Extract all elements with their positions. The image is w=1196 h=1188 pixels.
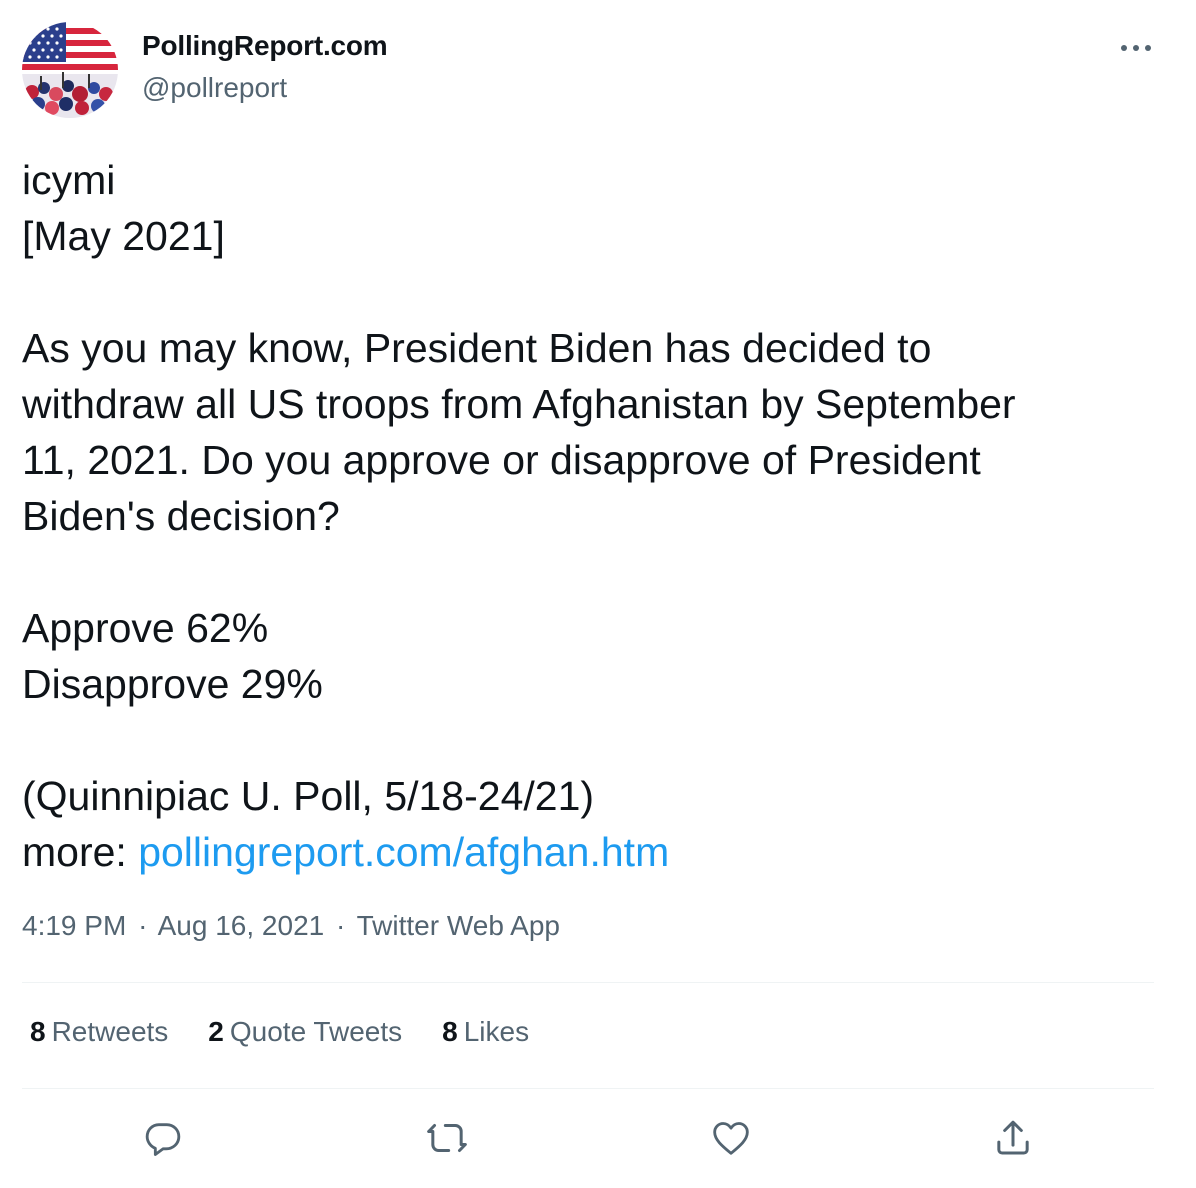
separator: · (336, 910, 346, 941)
retweets-count: 8 (30, 1016, 46, 1047)
flag-avatar-image (22, 22, 118, 118)
tweet-date[interactable]: Aug 16, 2021 (158, 910, 325, 941)
tweet-metadata: 4:19 PM · Aug 16, 2021 · Twitter Web App (22, 910, 560, 942)
poll-result-approve: Approve 62% (22, 605, 269, 651)
quote-tweets-label: Quote Tweets (229, 1016, 403, 1047)
separator: · (138, 910, 148, 941)
retweet-button[interactable] (421, 1112, 473, 1164)
quote-tweets-stat[interactable]: 2 Quote Tweets (208, 1016, 402, 1048)
more-options-button[interactable] (1116, 32, 1156, 64)
tweet-line: As you may know, President Biden has dec… (22, 325, 932, 371)
tweet-time[interactable]: 4:19 PM (22, 910, 126, 941)
author-display-name[interactable]: PollingReport.com (142, 30, 388, 62)
likes-label: Likes (463, 1016, 530, 1047)
reply-button[interactable] (137, 1112, 189, 1164)
tweet-line: [May 2021] (22, 213, 225, 259)
poll-source: (Quinnipiac U. Poll, 5/18-24/21) (22, 773, 595, 819)
share-icon (997, 1120, 1029, 1155)
more-horizontal-icon (1121, 45, 1151, 51)
heart-icon (713, 1122, 749, 1155)
tweet-line: 11, 2021. Do you approve or disapprove o… (22, 437, 981, 483)
likes-stat[interactable]: 8 Likes (442, 1016, 529, 1048)
tweet-detail: PollingReport.com @pollreport icymi [May… (0, 0, 1196, 1188)
poll-result-disapprove: Disapprove 29% (22, 661, 323, 707)
retweets-label: Retweets (51, 1016, 169, 1047)
tweet-link[interactable]: pollingreport.com/afghan.htm (138, 829, 669, 875)
reply-icon (145, 1123, 181, 1156)
divider (22, 1088, 1154, 1089)
more-label: more: (22, 829, 139, 875)
action-bar (22, 1112, 1154, 1164)
tweet-line: icymi (22, 157, 116, 203)
quote-tweets-count: 2 (208, 1016, 224, 1047)
tweet-line: withdraw all US troops from Afghanistan … (22, 381, 1016, 427)
likes-count: 8 (442, 1016, 458, 1047)
divider (22, 982, 1154, 983)
tweet-source[interactable]: Twitter Web App (357, 910, 560, 941)
avatar[interactable] (22, 22, 118, 118)
tweet-line: Biden's decision? (22, 493, 340, 539)
author-handle[interactable]: @pollreport (142, 72, 287, 104)
retweet-icon (427, 1124, 467, 1152)
engagement-stats: 8 Retweets 2 Quote Tweets 8 Likes (30, 1016, 569, 1048)
share-button[interactable] (987, 1112, 1039, 1164)
more-line: more: pollingreport.com/afghan.htm (22, 824, 1172, 880)
retweets-stat[interactable]: 8 Retweets (30, 1016, 168, 1048)
tweet-text: icymi [May 2021] As you may know, Presid… (22, 152, 1172, 880)
like-button[interactable] (705, 1112, 757, 1164)
